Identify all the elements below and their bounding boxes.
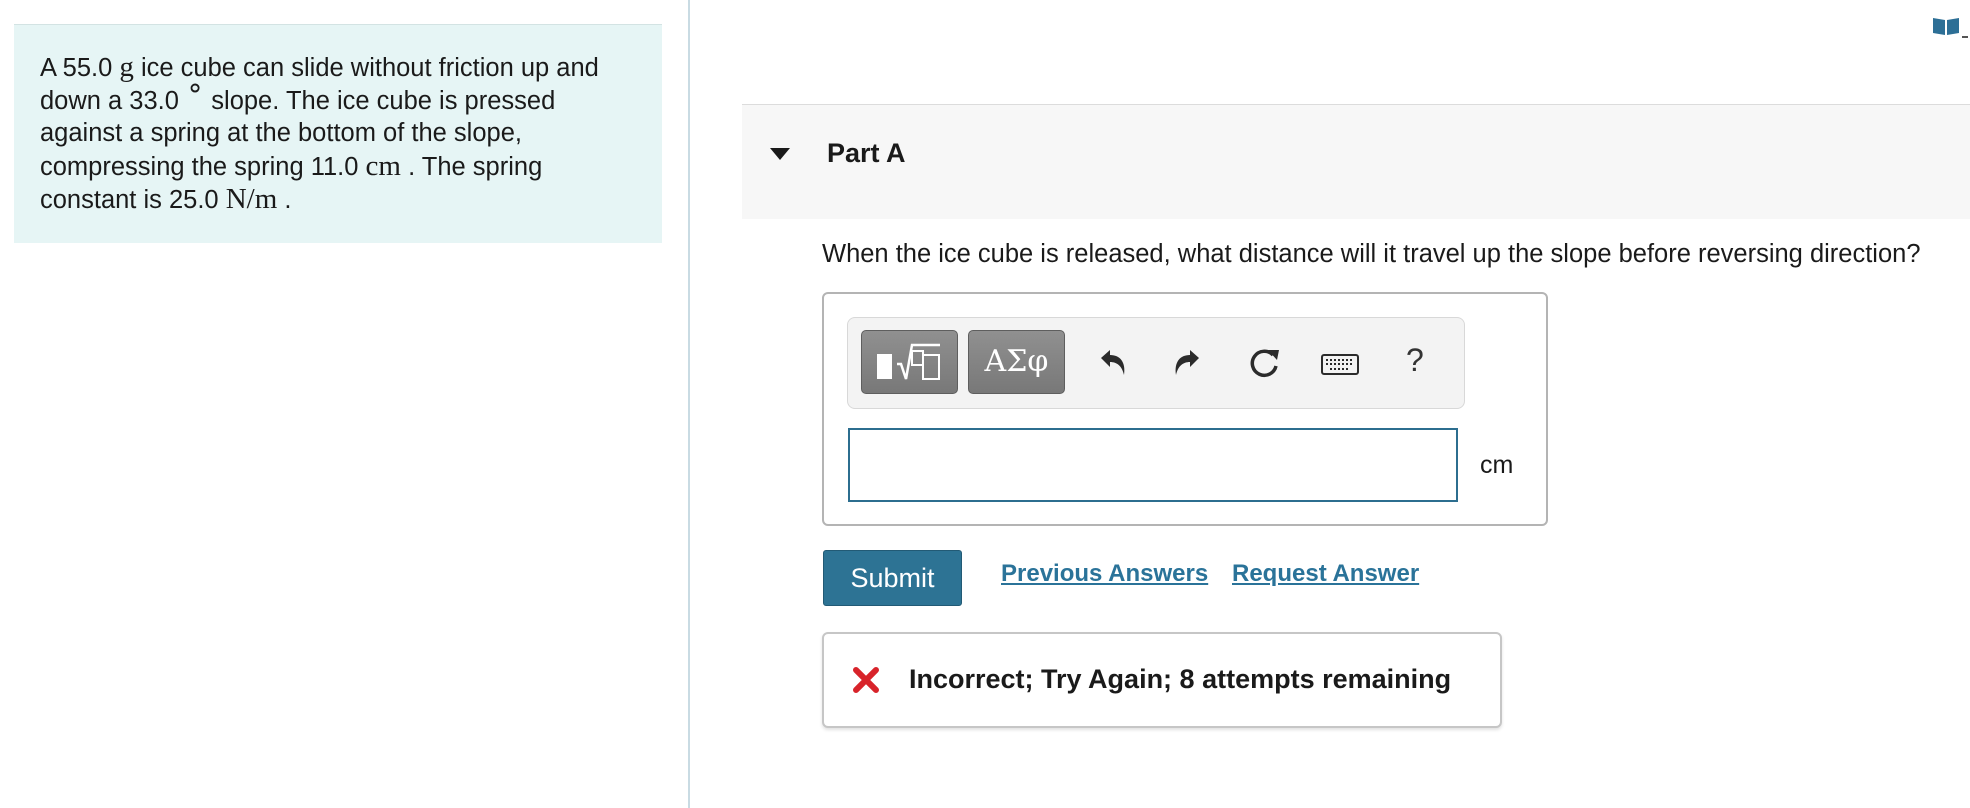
question-text: When the ice cube is released, what dist… [822,240,1921,268]
problem-statement: A 55.0 g ice cube can slide without fric… [40,51,599,215]
keyboard-icon[interactable] [1320,346,1360,380]
unit-label: cm [1480,451,1514,479]
feedback-text: Incorrect; Try Again; 8 attempts remaini… [909,664,1452,694]
panel-divider [688,0,690,808]
problem-panel: A 55.0 g ice cube can slide without fric… [0,0,688,808]
answer-input[interactable] [848,428,1458,502]
unit-centimeters: cm [365,149,401,182]
request-answer-link[interactable]: Request Answer [1232,560,1419,588]
greek-letters-button[interactable]: ΑΣφ [968,330,1065,394]
undo-icon[interactable] [1096,346,1130,380]
book-icon[interactable] [1932,16,1960,36]
help-button[interactable]: ? [1406,342,1424,379]
templates-icon [877,343,940,380]
caret-down-icon[interactable] [769,147,791,161]
x-icon [853,667,879,693]
unit-newtons-per-meter: N/m [225,183,278,215]
degree-symbol: ∘ [186,71,205,104]
problem-statement-box: A 55.0 g ice cube can slide without fric… [14,24,662,243]
unit-grams: g [119,51,134,83]
templates-button[interactable] [861,330,958,394]
redo-icon[interactable] [1170,346,1204,380]
previous-answers-link[interactable]: Previous Answers [1001,560,1208,588]
reset-icon[interactable] [1248,346,1282,380]
book-icon-mark [1962,36,1968,38]
part-a-header[interactable]: Part A [742,104,1970,219]
submit-button[interactable]: Submit [823,550,962,606]
feedback-box: Incorrect; Try Again; 8 attempts remaini… [822,632,1502,728]
answer-box: ΑΣφ ? cm [822,292,1548,526]
math-toolbar: ΑΣφ ? [847,317,1465,409]
part-title: Part A [827,138,906,168]
